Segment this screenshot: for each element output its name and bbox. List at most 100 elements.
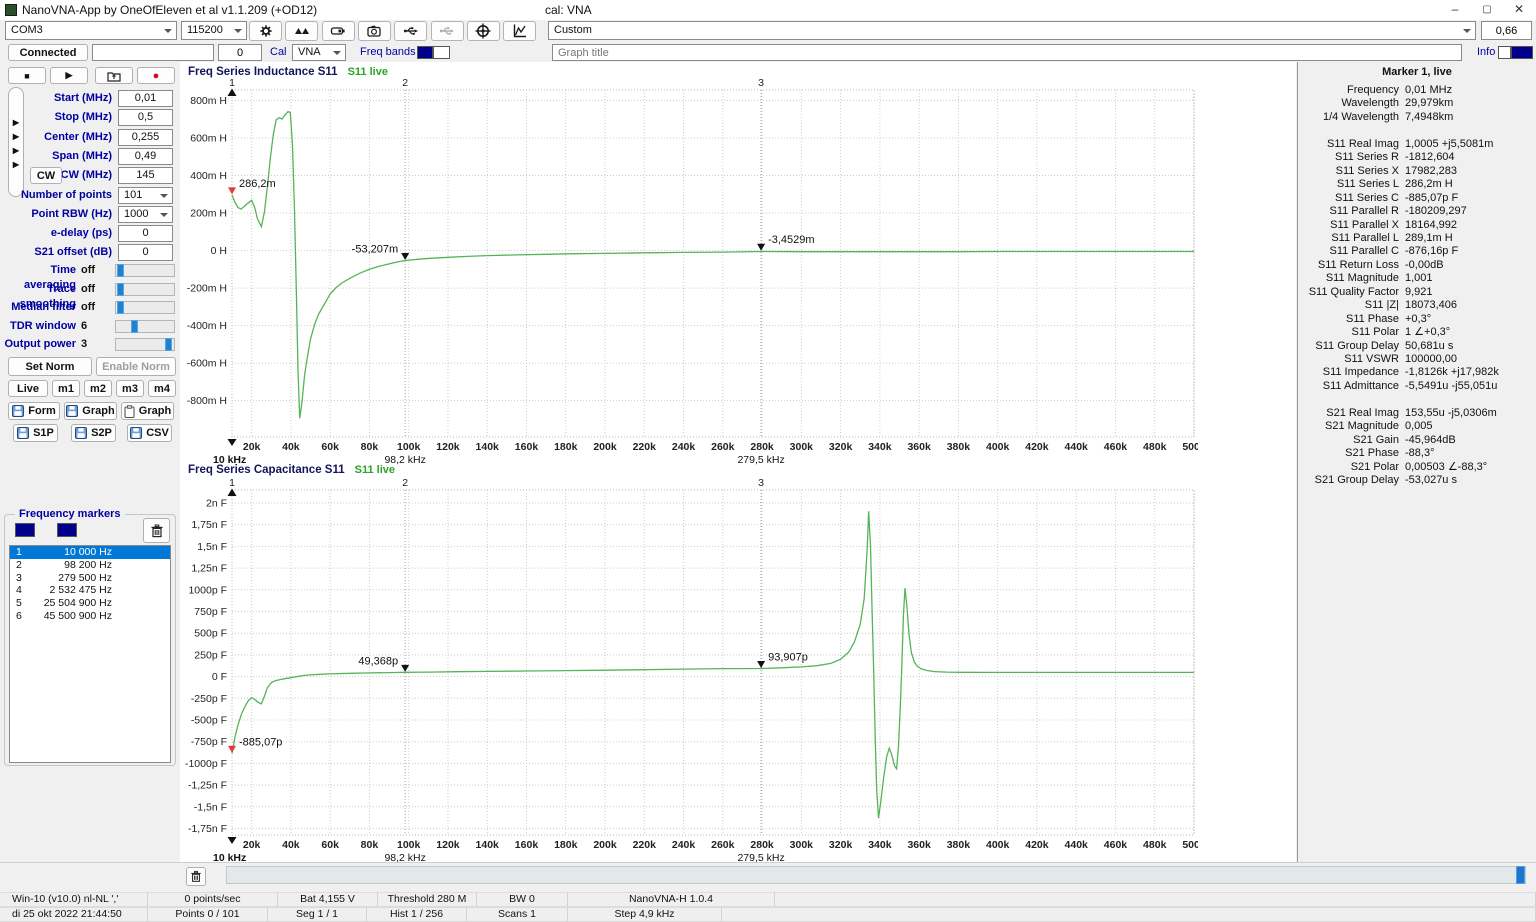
tdr-window-slider-handle[interactable] <box>131 320 138 333</box>
set-norm-button[interactable]: Set Norm <box>8 357 92 376</box>
status-cell: BW 0 <box>477 892 568 907</box>
inductance-chart[interactable]: 20k40k60k80k100k120k140k160k180k200k220k… <box>180 76 1198 467</box>
baud-rate-select[interactable]: 115200 <box>181 21 247 40</box>
point-rbw-hz-select[interactable]: 1000 <box>118 206 173 223</box>
freq-bands-color-swatch[interactable] <box>417 46 433 59</box>
screenshot-button[interactable] <box>358 21 391 41</box>
close-button[interactable]: ✕ <box>1504 0 1534 20</box>
cw-mhz-field[interactable]: 145 <box>118 167 173 184</box>
center-mhz-field[interactable]: 0,255 <box>118 129 173 146</box>
svg-text:1: 1 <box>229 477 235 489</box>
marker-color-swatch[interactable] <box>15 523 35 537</box>
marker-list-item[interactable]: 645 500 900 Hz <box>10 610 170 623</box>
up-arrows-button[interactable] <box>285 21 318 41</box>
e-delay-ps-field[interactable]: 0 <box>118 225 173 242</box>
svg-text:400m H: 400m H <box>190 170 227 182</box>
record-button[interactable]: ● <box>137 67 175 84</box>
cw-toggle-button[interactable]: CW <box>30 167 62 184</box>
trace-smoothing-slider-handle[interactable] <box>117 283 124 296</box>
freq-bands-color-swatch-2[interactable] <box>433 46 450 59</box>
stop-icon: ■ <box>24 71 29 81</box>
marker-color-swatch-2[interactable] <box>57 523 77 537</box>
trace-button-m2[interactable]: m2 <box>84 380 112 397</box>
s21-offset-db-field[interactable]: 0 <box>118 244 173 261</box>
delete-markers-button[interactable] <box>143 518 170 543</box>
graph-title-input[interactable] <box>552 44 1462 61</box>
svg-text:279,5 kHz: 279,5 kHz <box>737 852 784 864</box>
cal-status: cal: VNA <box>545 0 592 20</box>
time-averaging-slider-handle[interactable] <box>117 264 124 277</box>
usb-connected-button[interactable] <box>394 21 427 41</box>
clear-markers-button[interactable] <box>186 867 206 886</box>
svg-text:400k: 400k <box>986 839 1010 851</box>
marker-list[interactable]: 110 000 Hz298 200 Hz3279 500 Hz42 532 47… <box>9 545 171 763</box>
maximize-button[interactable]: ▢ <box>1472 0 1502 20</box>
readout-s11-parallel-x: S11 Parallel X18164,992 <box>1298 219 1536 232</box>
svg-text:340k: 340k <box>868 441 892 453</box>
play-button[interactable]: ▶ <box>50 67 88 84</box>
history-scrollbar-handle[interactable] <box>1516 866 1525 884</box>
scale-value-input[interactable] <box>1481 21 1532 40</box>
info-color-swatch[interactable] <box>1498 46 1511 59</box>
readout-s11-impedance: S11 Impedance-1,8126k +j17,982k <box>1298 366 1536 379</box>
stop-button[interactable]: ■ <box>8 67 46 84</box>
readout-s21-polar: S21 Polar0,00503 ∠-88,3° <box>1298 461 1536 474</box>
save-graph-button-1[interactable]: Graph <box>64 402 117 420</box>
marker-list-item[interactable]: 110 000 Hz <box>10 546 170 559</box>
save-graph-button-2[interactable]: Graph <box>121 402 174 420</box>
readout-s11-quality-factor: S11 Quality Factor9,921 <box>1298 286 1536 299</box>
status-cell: Scans 1 <box>467 907 568 922</box>
tdr-window-slider[interactable] <box>115 320 175 333</box>
target-button[interactable] <box>467 21 500 41</box>
svg-text:93,907p: 93,907p <box>768 651 808 663</box>
enable-norm-button[interactable]: Enable Norm <box>96 357 176 376</box>
preset-select[interactable]: Custom <box>548 21 1476 40</box>
info-color-swatch-2[interactable] <box>1511 46 1533 59</box>
battery-button[interactable] <box>322 21 355 41</box>
median-filter-slider[interactable] <box>115 301 175 314</box>
open-button[interactable] <box>95 67 133 84</box>
trace-button-m4[interactable]: m4 <box>148 380 176 397</box>
export-s2p-button[interactable]: S2P <box>71 424 116 442</box>
marker-list-item[interactable]: 3279 500 Hz <box>10 572 170 585</box>
svg-text:10 kHz: 10 kHz <box>213 454 246 466</box>
median-filter-slider-handle[interactable] <box>117 301 124 314</box>
minimize-button[interactable]: – <box>1440 0 1470 20</box>
svg-text:460k: 460k <box>1104 441 1128 453</box>
app-icon <box>5 4 17 16</box>
export-csv-button[interactable]: CSV <box>127 424 172 442</box>
cal-mode-select[interactable]: VNA <box>292 44 346 61</box>
trace-button-live[interactable]: Live <box>8 380 48 397</box>
start-mhz-field[interactable]: 0,01 <box>118 90 173 107</box>
trace-button-m3[interactable]: m3 <box>116 380 144 397</box>
history-scrollbar[interactable] <box>226 866 1526 884</box>
settings-button[interactable] <box>249 21 282 41</box>
span-mhz-field[interactable]: 0,49 <box>118 148 173 165</box>
tdr-graph-button[interactable] <box>503 21 536 41</box>
save-form-button-0[interactable]: Form <box>8 402 60 420</box>
device-text-input[interactable] <box>92 44 214 61</box>
output-power-slider-handle[interactable] <box>165 338 172 351</box>
svg-text:20k: 20k <box>243 839 261 851</box>
usb-disconnected-button[interactable] <box>431 21 464 41</box>
time-averaging-slider[interactable] <box>115 264 175 277</box>
stop-mhz-field[interactable]: 0,5 <box>118 109 173 126</box>
svg-text:600m H: 600m H <box>190 133 227 145</box>
com-port-select[interactable]: COM3 <box>5 21 177 40</box>
cal-number-input[interactable] <box>218 44 262 61</box>
export-s1p-button[interactable]: S1P <box>13 424 58 442</box>
readout-s11-phase: S11 Phase+0,3° <box>1298 313 1536 326</box>
connected-button[interactable]: Connected <box>8 44 88 61</box>
number-of-points-select[interactable]: 101 <box>118 187 173 204</box>
cal-label: Cal <box>270 44 287 61</box>
capacitance-chart[interactable]: 20k40k60k80k100k120k140k160k180k200k220k… <box>180 476 1198 865</box>
svg-text:1000p F: 1000p F <box>188 584 227 596</box>
marker-list-item[interactable]: 525 504 900 Hz <box>10 597 170 610</box>
svg-text:-1,5n F: -1,5n F <box>194 801 227 813</box>
svg-text:3: 3 <box>758 77 764 89</box>
trace-button-m1[interactable]: m1 <box>52 380 80 397</box>
marker-list-item[interactable]: 42 532 475 Hz <box>10 584 170 597</box>
marker-list-item[interactable]: 298 200 Hz <box>10 559 170 572</box>
output-power-slider[interactable] <box>115 338 175 351</box>
trace-smoothing-slider[interactable] <box>115 283 175 296</box>
